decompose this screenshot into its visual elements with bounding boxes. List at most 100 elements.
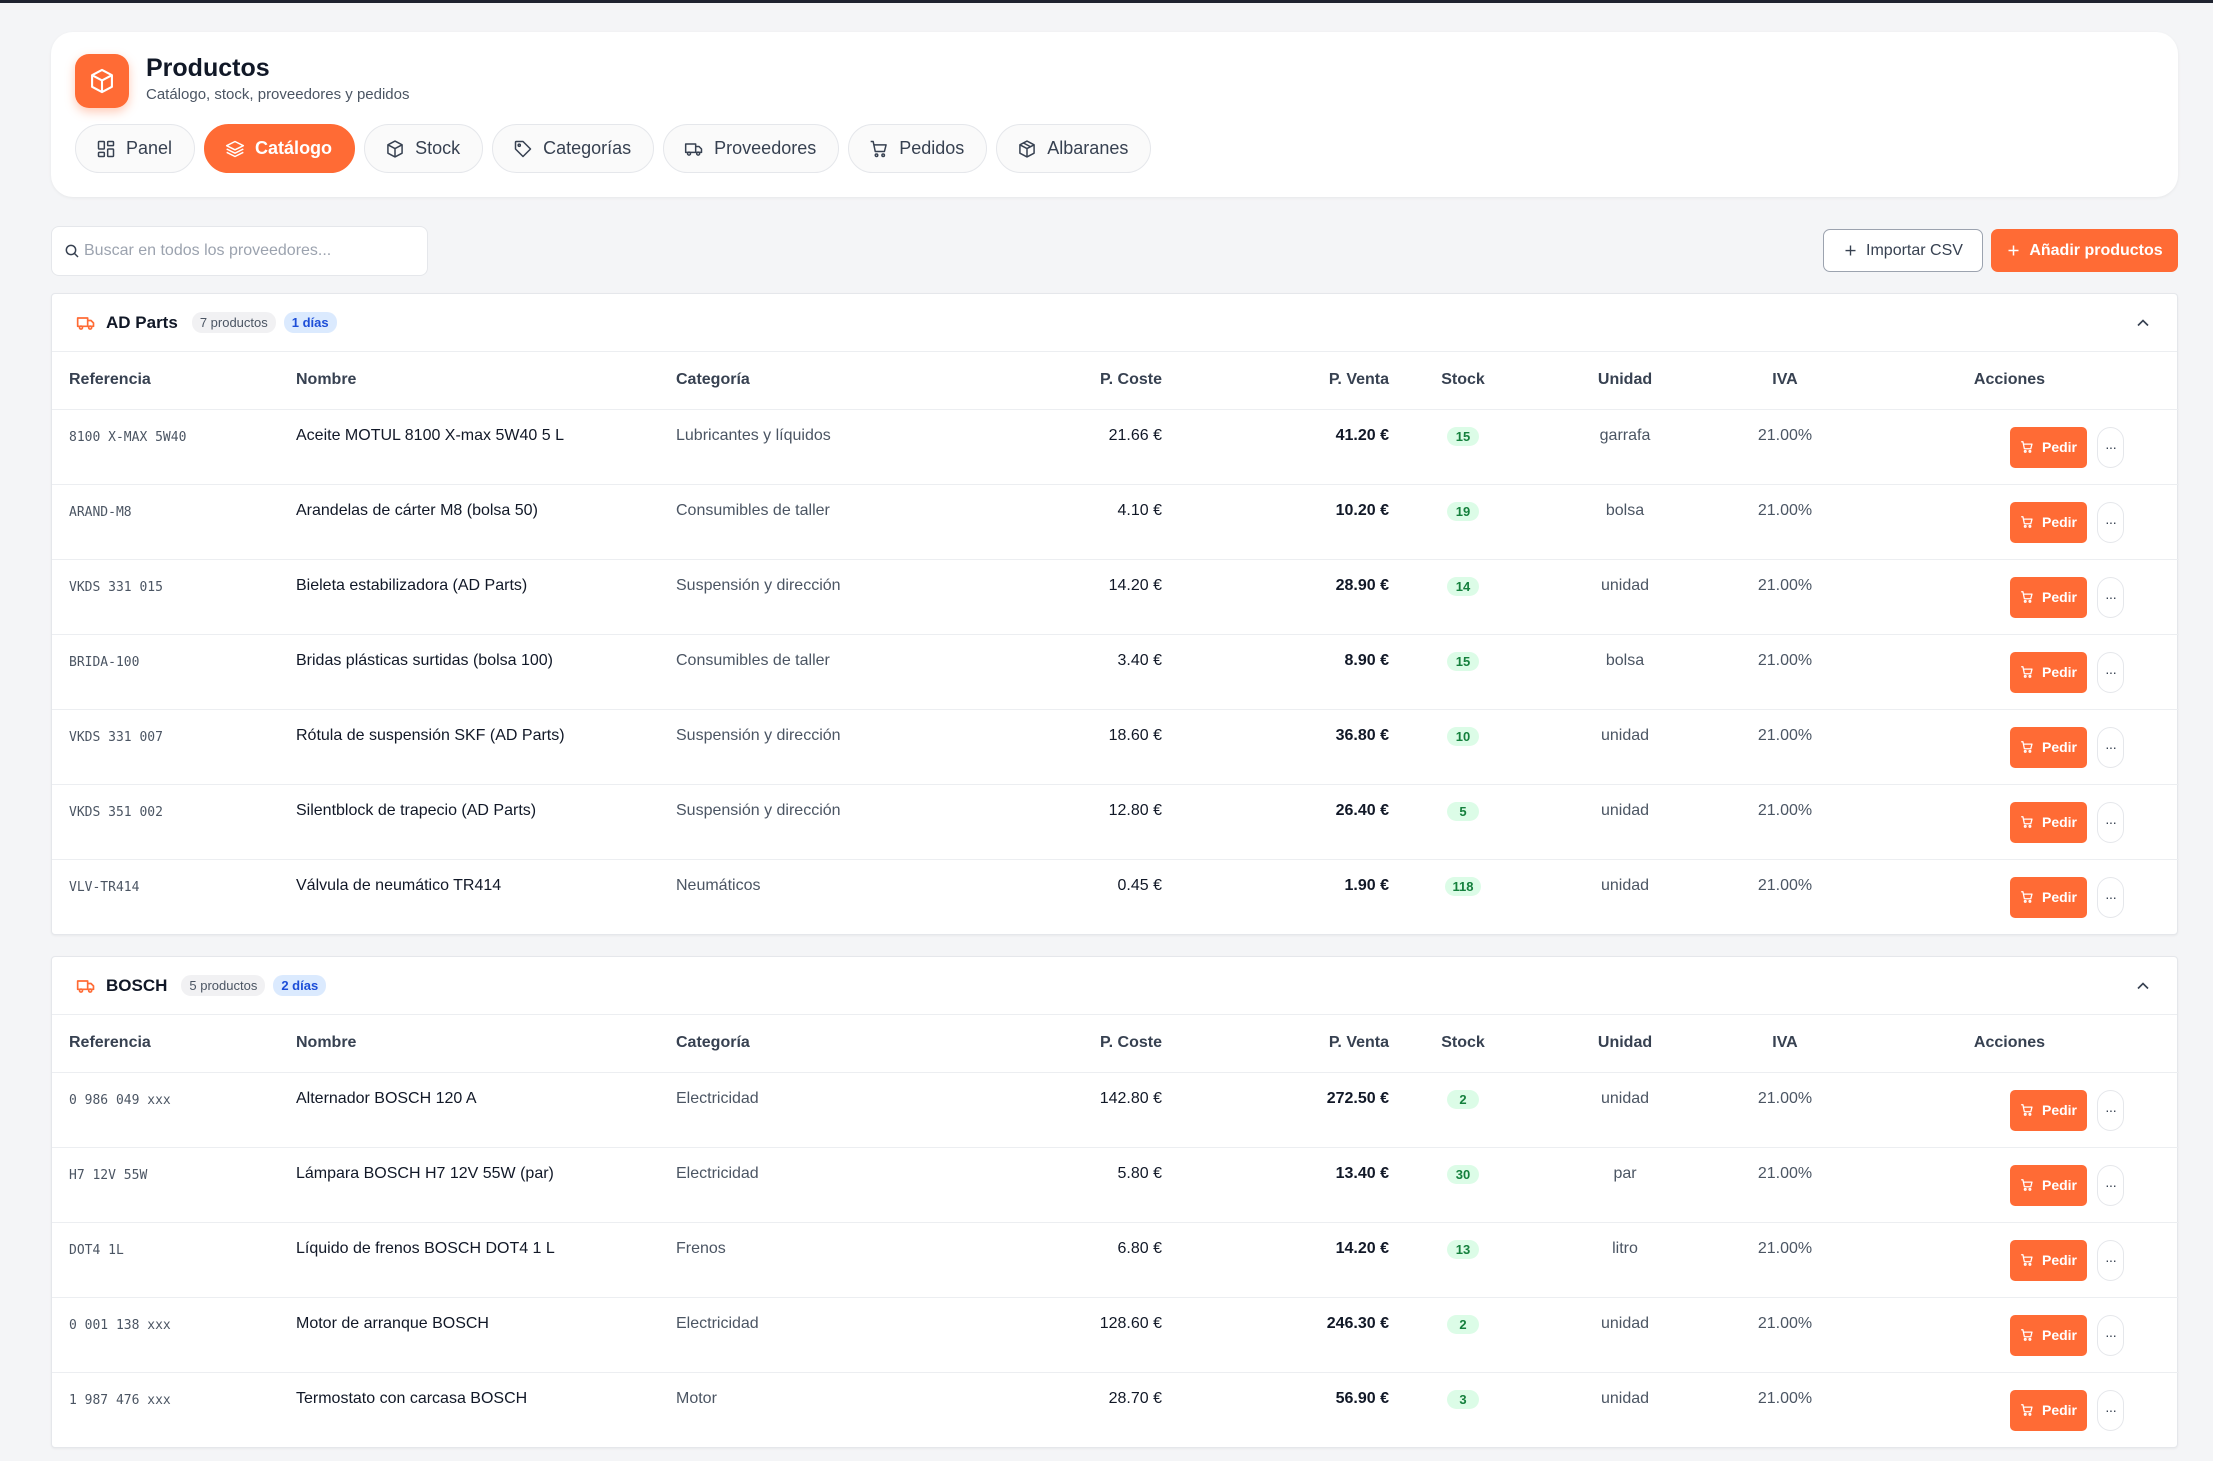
order-button[interactable]: Pedir: [2010, 651, 2087, 693]
table-row: VLV-TR414 Válvula de neumático TR414 Neumá…: [52, 859, 2179, 934]
stock-badge: 14: [1447, 576, 1479, 596]
tab-label: Pedidos: [899, 138, 965, 158]
import-csv-button[interactable]: Importar CSV: [1823, 229, 1983, 272]
product-category: Lubricantes y líquidos: [659, 409, 1039, 485]
tab-catalogo[interactable]: Catálogo: [204, 124, 356, 173]
sale-price: 246.30 €: [1179, 1297, 1406, 1373]
vat-rate: 21.00%: [1757, 876, 1813, 894]
col-acciones-header: Acciones: [1840, 352, 2179, 410]
product-category: Neumáticos: [676, 876, 761, 894]
tab-label: Panel: [126, 138, 173, 158]
vat-rate: 21.00%: [1730, 559, 1840, 635]
tab-label: Stock: [415, 138, 461, 158]
table-row: VKDS 351 002 Silentblock de trapecio (AD …: [52, 784, 2179, 860]
table-header-row: Referencia Nombre Categoría P. Coste P. Vent…: [52, 352, 2179, 410]
tab-pedidos[interactable]: Pedidos: [848, 124, 988, 173]
sale-price: 272.50 €: [1179, 1072, 1406, 1148]
box-logo-icon: [75, 54, 129, 108]
col-unidad-header: Unidad: [1520, 352, 1730, 410]
product-name: Silentblock de trapecio (AD Parts): [279, 784, 659, 860]
col-nombre-header: Nombre: [279, 352, 659, 410]
order-button[interactable]: Pedir: [2010, 1314, 2087, 1356]
truck-icon: [76, 316, 95, 330]
package-icon: [1019, 139, 1036, 158]
search-box: [51, 226, 428, 276]
more-actions-button[interactable]: ···: [2097, 1314, 2124, 1356]
stock-badge: 2: [1447, 1089, 1479, 1109]
cost-price: 12.80 €: [1039, 784, 1179, 860]
stock-badge: 2: [1447, 1314, 1479, 1334]
vat-rate: 21.00%: [1757, 1389, 1813, 1407]
supplier-card-bosch: BOSCH 5 productos 2 días Referencia Nombr…: [51, 956, 2179, 1448]
actions-cell: Pedir ···: [1840, 409, 2179, 485]
more-actions-button[interactable]: ···: [2097, 576, 2124, 618]
vat-rate: 21.00%: [1730, 784, 1840, 860]
order-button[interactable]: Pedir: [2010, 726, 2087, 768]
row-actions: Pedir ···: [1857, 501, 2162, 543]
chevron-up-icon[interactable]: [2133, 313, 2153, 333]
tab-stock[interactable]: Stock: [364, 124, 484, 173]
stock-cell: 19: [1406, 484, 1520, 560]
order-button[interactable]: Pedir: [2010, 576, 2087, 618]
more-actions-button[interactable]: ···: [2097, 426, 2124, 468]
table-row: 0 001 138 xxx Motor de arranque BOSCH Elec…: [52, 1297, 2179, 1373]
products-table: Referencia Nombre Categoría P. Coste P. Vent…: [52, 352, 2179, 934]
product-ref: 8100 X-MAX 5W40: [52, 409, 279, 485]
product-name: Líquido de frenos BOSCH DOT4 1 L: [279, 1222, 659, 1298]
tab-panel[interactable]: Panel: [75, 124, 196, 173]
cost-price: 18.60 €: [1039, 709, 1179, 785]
unit: unidad: [1520, 709, 1730, 785]
supplier-name: BOSCH: [106, 975, 168, 995]
order-button-label: Pedir: [2041, 1102, 2077, 1118]
order-button[interactable]: Pedir: [2010, 1389, 2087, 1431]
stock-badge: 19: [1447, 501, 1479, 521]
cart-icon: [2021, 1254, 2033, 1266]
search-input[interactable]: [84, 242, 424, 260]
order-button[interactable]: Pedir: [2010, 801, 2087, 843]
order-button[interactable]: Pedir: [2010, 1164, 2087, 1206]
import-csv-label: Importar CSV: [1866, 241, 1963, 259]
order-button[interactable]: Pedir: [2010, 1239, 2087, 1281]
product-category: Frenos: [659, 1222, 1039, 1298]
more-actions-button[interactable]: ···: [2097, 501, 2124, 543]
tab-albaranes[interactable]: Albaranes: [996, 124, 1152, 173]
more-icon: ···: [2105, 514, 2117, 530]
more-actions-button[interactable]: ···: [2097, 1164, 2124, 1206]
vat-rate: 21.00%: [1730, 634, 1840, 710]
stock-cell: 3: [1406, 1372, 1520, 1447]
product-name: Termostato con carcasa BOSCH: [296, 1389, 528, 1407]
more-actions-button[interactable]: ···: [2097, 1239, 2124, 1281]
cart-icon: [2021, 741, 2033, 753]
order-button[interactable]: Pedir: [2010, 1089, 2087, 1131]
order-button-label: Pedir: [2041, 1177, 2077, 1193]
product-ref: VKDS 351 002: [52, 784, 279, 860]
order-button-label: Pedir: [2041, 1402, 2077, 1418]
table-row: VKDS 331 007 Rótula de suspensión SKF (AD…: [52, 709, 2179, 785]
order-button[interactable]: Pedir: [2010, 426, 2087, 468]
row-actions: Pedir ···: [1857, 1239, 2162, 1281]
unit: unidad: [1600, 876, 1650, 894]
more-icon: ···: [2105, 664, 2117, 680]
supplier-header[interactable]: AD Parts 7 productos 1 días: [52, 294, 2177, 352]
more-actions-button[interactable]: ···: [2097, 876, 2124, 918]
more-actions-button[interactable]: ···: [2097, 651, 2124, 693]
order-button[interactable]: Pedir: [2010, 501, 2087, 543]
unit: litro: [1520, 1222, 1730, 1298]
product-ref: ARAND-M8: [52, 484, 279, 560]
product-category: Electricidad: [659, 1147, 1039, 1223]
tab-proveedores[interactable]: Proveedores: [663, 124, 840, 173]
unit: bolsa: [1520, 634, 1730, 710]
more-actions-button[interactable]: ···: [2097, 1389, 2124, 1431]
tab-categorias[interactable]: Categorías: [492, 124, 655, 173]
order-button[interactable]: Pedir: [2010, 876, 2087, 918]
supplier-header[interactable]: BOSCH 5 productos 2 días: [52, 957, 2177, 1015]
more-actions-button[interactable]: ···: [2097, 801, 2124, 843]
more-actions-button[interactable]: ···: [2097, 726, 2124, 768]
chevron-up-icon[interactable]: [2133, 976, 2153, 996]
add-products-button[interactable]: Añadir productos: [1991, 229, 2178, 272]
product-ref: VKDS 331 007: [52, 709, 279, 785]
product-category: Consumibles de taller: [659, 634, 1039, 710]
add-products-label: Añadir productos: [2029, 241, 2163, 259]
more-actions-button[interactable]: ···: [2097, 1089, 2124, 1131]
cost-price: 6.80 €: [1039, 1222, 1179, 1298]
